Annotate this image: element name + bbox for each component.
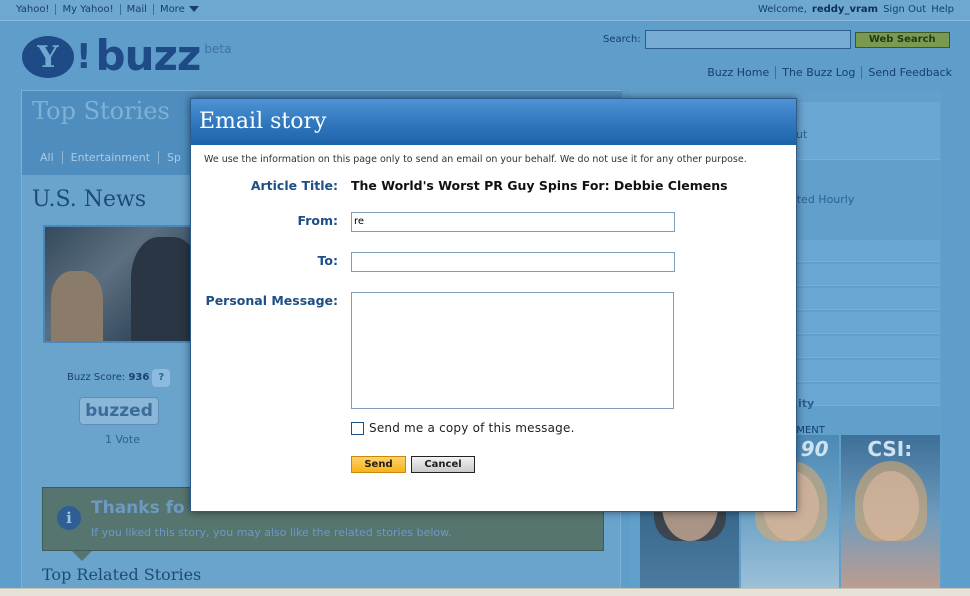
logo-y: Y [22, 36, 74, 78]
privacy-note: We use the information on this page only… [204, 154, 747, 165]
email-story-dialog: Email story We use the information on th… [190, 98, 797, 512]
send-feedback-link[interactable]: Send Feedback [862, 66, 952, 79]
to-field[interactable] [351, 252, 675, 272]
personal-message-label: Personal Message: [205, 293, 338, 308]
help-icon[interactable]: ? [152, 369, 171, 387]
web-search-button[interactable]: Web Search [854, 31, 950, 48]
to-label: To: [317, 253, 338, 268]
buzz-score: Buzz Score: 936? [67, 369, 171, 387]
promo-90-label: 90 [800, 437, 829, 461]
buzz-score-box: Buzz Score: 936? buzzed 1 Vote [43, 355, 193, 451]
promo-panel-3[interactable]: CSI: [841, 435, 941, 596]
vote-count: 1 Vote [105, 433, 140, 446]
buzz-score-value: 936 [128, 372, 150, 383]
dialog-title: Email story [199, 109, 327, 134]
yahoo-link[interactable]: Yahoo! [10, 4, 57, 15]
send-button[interactable]: Send [351, 456, 406, 473]
us-news-title: U.S. News [32, 187, 147, 212]
from-field[interactable]: re [351, 212, 675, 232]
logo-exclaim: ! [76, 37, 92, 77]
thanks-text: If you liked this story, you may also li… [91, 526, 452, 539]
browser-status-bar [0, 588, 970, 596]
buzzed-button[interactable]: buzzed [79, 397, 159, 425]
article-title-label: Article Title: [250, 178, 338, 193]
from-label: From: [297, 213, 338, 228]
buzz-score-label: Buzz Score: [67, 372, 126, 383]
logo-buzz: buzz [95, 31, 202, 80]
story-photo[interactable] [43, 225, 203, 343]
username: reddy_vram [811, 4, 879, 15]
welcome-area: Welcome, reddy_vram Sign Out Help [758, 4, 954, 15]
send-copy-row: Send me a copy of this message. [351, 421, 575, 435]
tab-entertainment[interactable]: Entertainment [63, 151, 160, 164]
category-tabs: All Entertainment Sp [40, 151, 189, 164]
buzz-home-link[interactable]: Buzz Home [701, 66, 777, 79]
logo-beta: beta [204, 42, 232, 56]
dialog-header: Email story [191, 99, 796, 145]
tab-all[interactable]: All [40, 151, 63, 164]
tab-sports[interactable]: Sp [159, 151, 189, 164]
photo-figure [51, 271, 103, 341]
right-text-out[interactable]: ut [796, 128, 807, 141]
my-yahoo-link[interactable]: My Yahoo! [56, 4, 121, 15]
yahoo-buzz-logo[interactable]: Y ! buzz beta [22, 34, 231, 78]
yahoo-top-nav: Yahoo! My Yahoo! Mail More [10, 4, 205, 15]
banner-tail [72, 551, 92, 561]
related-stories-title: Top Related Stories [42, 565, 202, 584]
promo-face [863, 471, 920, 541]
sign-out-link[interactable]: Sign Out [883, 4, 926, 15]
search-input[interactable] [644, 30, 851, 49]
more-menu[interactable]: More [154, 4, 205, 15]
right-text-hourly[interactable]: ated Hourly [790, 193, 854, 206]
chevron-down-icon [188, 6, 199, 12]
send-copy-label[interactable]: Send me a copy of this message. [369, 421, 575, 435]
right-text-ity[interactable]: ity [798, 397, 814, 410]
mail-link[interactable]: Mail [121, 4, 154, 15]
info-icon: i [57, 506, 81, 530]
yahoo-top-bar: Yahoo! My Yahoo! Mail More Welcome, redd… [0, 0, 970, 21]
promo-csi-label: CSI: [867, 437, 913, 461]
search-bar: Search: Web Search [603, 30, 950, 49]
buzz-sub-links: Buzz Home The Buzz Log Send Feedback [701, 66, 952, 79]
more-label: More [159, 4, 185, 15]
help-link[interactable]: Help [931, 4, 954, 15]
send-copy-checkbox[interactable] [351, 421, 364, 435]
search-label: Search: [603, 34, 641, 45]
welcome-text: Welcome, [757, 4, 807, 15]
buzz-log-link[interactable]: The Buzz Log [776, 66, 863, 79]
article-title-value: The World's Worst PR Guy Spins For: Debb… [351, 178, 728, 193]
personal-message-field[interactable] [351, 292, 674, 409]
cancel-button[interactable]: Cancel [411, 456, 475, 473]
top-stories-title: Top Stories [32, 97, 170, 125]
thanks-title: Thanks fo [91, 498, 185, 518]
